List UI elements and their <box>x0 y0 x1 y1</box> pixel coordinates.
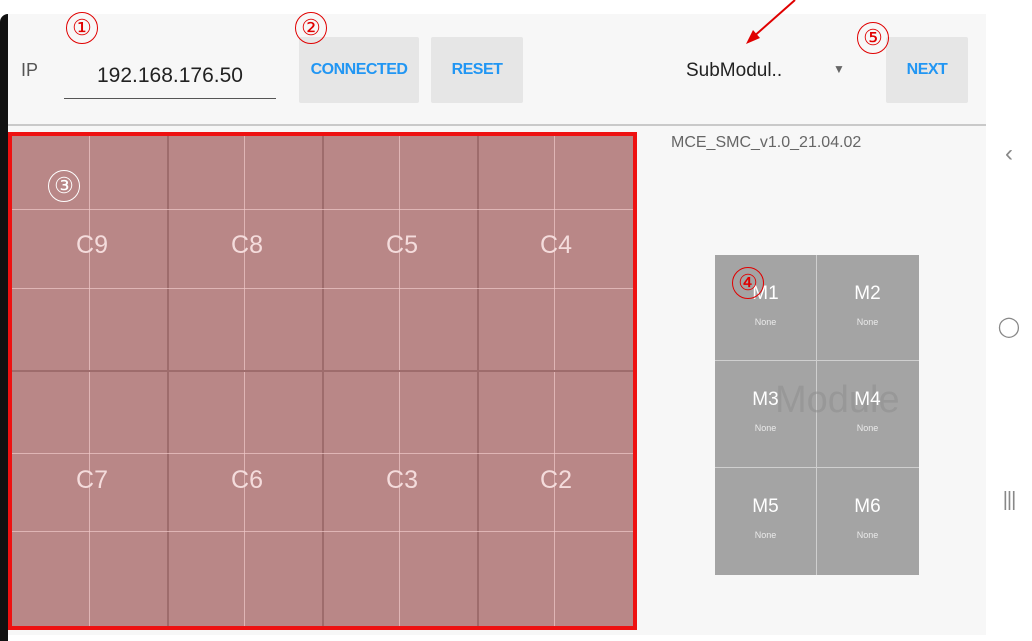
dropdown-selected-value: SubModul.. <box>686 60 783 81</box>
module-panel: Module M1 None M2 None M3 None M4 None M… <box>715 255 919 575</box>
cell-c7[interactable]: C7 <box>76 466 108 495</box>
module-slot-m6[interactable]: M6 None <box>817 468 918 573</box>
version-label: MCE_SMC_v1.0_21.04.02 <box>671 134 862 151</box>
cell-grid: C9 C8 C5 C4 C7 C6 C3 C2 <box>8 132 637 630</box>
cell-c8[interactable]: C8 <box>231 231 263 260</box>
top-toolbar: IP CONNECTED RESET SubModul.. ▼ NEXT <box>8 14 986 126</box>
system-nav-bar: ‹ ◯ ||| <box>986 14 1032 641</box>
module-slot-m5[interactable]: M5 None <box>715 468 816 573</box>
annotation-marker-5: ⑤ <box>857 22 889 54</box>
module-slot-m3[interactable]: M3 None <box>715 361 816 466</box>
module-slot-state: None <box>754 317 777 327</box>
module-slot-m4[interactable]: M4 None <box>817 361 918 466</box>
module-slot-state: None <box>856 530 879 540</box>
cell-c3[interactable]: C3 <box>386 466 418 495</box>
module-slot-name: M1 <box>752 283 779 304</box>
cell-c9[interactable]: C9 <box>76 231 108 260</box>
reset-button[interactable]: RESET <box>431 37 523 103</box>
module-slot-name: M5 <box>752 496 779 517</box>
annotation-marker-4: ④ <box>732 267 764 299</box>
module-slot-name: M2 <box>854 283 881 304</box>
module-slot-state: None <box>754 423 777 433</box>
device-bezel <box>0 14 8 641</box>
cell-c5[interactable]: C5 <box>386 231 418 260</box>
annotation-marker-1: ① <box>66 12 98 44</box>
home-icon[interactable]: ◯ <box>996 314 1022 339</box>
next-button[interactable]: NEXT <box>886 37 968 103</box>
module-slot-state: None <box>856 317 879 327</box>
module-slot-m1[interactable]: M1 None <box>715 255 816 360</box>
module-slot-m2[interactable]: M2 None <box>817 255 918 360</box>
cell-c4[interactable]: C4 <box>540 231 572 260</box>
submodule-dropdown[interactable]: SubModul.. ▼ <box>686 52 862 92</box>
cell-c2[interactable]: C2 <box>540 466 572 495</box>
cell-c6[interactable]: C6 <box>231 466 263 495</box>
module-slot-state: None <box>754 530 777 540</box>
ip-label: IP <box>21 60 39 80</box>
connected-button[interactable]: CONNECTED <box>299 37 419 103</box>
annotation-marker-3: ③ <box>48 170 80 202</box>
back-icon[interactable]: ‹ <box>996 140 1022 168</box>
annotation-marker-2: ② <box>295 12 327 44</box>
module-slot-name: M4 <box>854 389 881 410</box>
annotation-arrow-icon <box>746 0 796 44</box>
module-slot-name: M3 <box>752 389 779 410</box>
module-slot-state: None <box>856 423 879 433</box>
recents-icon[interactable]: ||| <box>996 489 1022 512</box>
dropdown-caret-icon: ▼ <box>833 62 845 76</box>
ip-input[interactable] <box>64 54 276 99</box>
module-slot-name: M6 <box>854 496 881 517</box>
